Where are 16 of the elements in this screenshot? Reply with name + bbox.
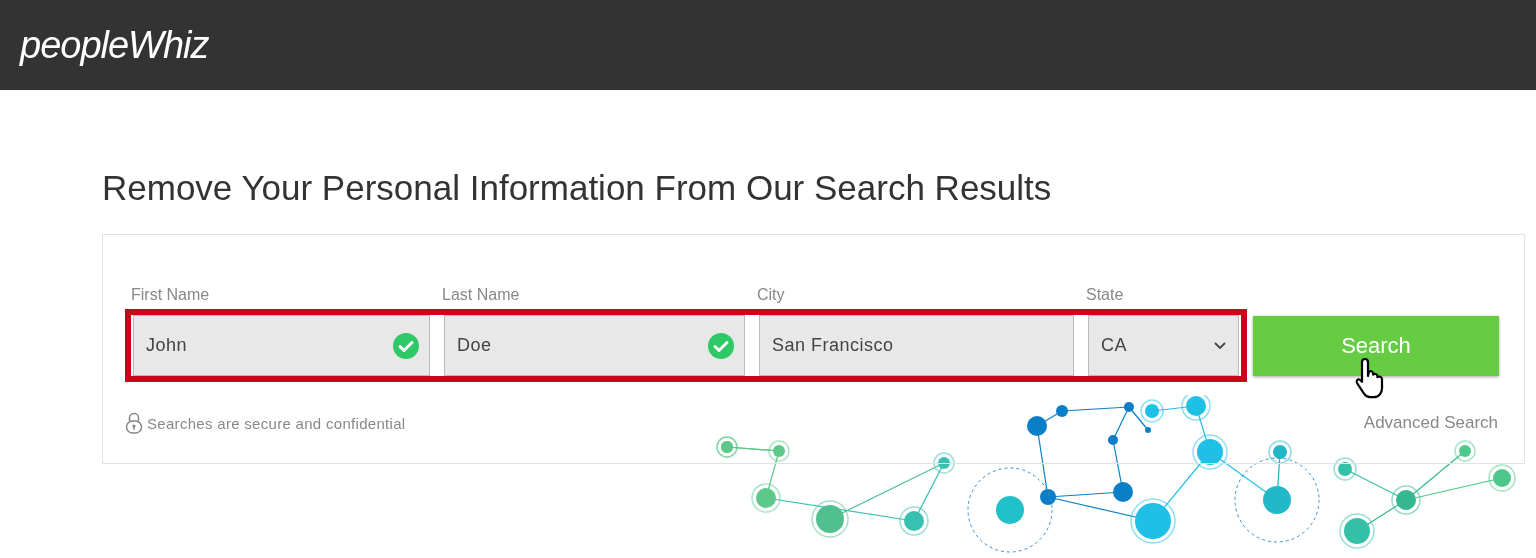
advanced-search-link[interactable]: Advanced Search [1363,413,1498,433]
input-field[interactable]: John [133,315,430,376]
chevron-down-icon [1214,341,1226,350]
page-title: Remove Your Personal Information From Our Search Results [102,168,1053,208]
field-label: State [1086,286,1124,304]
field-label: First Name [131,286,210,304]
check-icon [393,332,419,359]
security-note: Searches are secure and confidential [147,414,406,432]
field-label: City [757,286,785,304]
logo[interactable]: peopleWhiz [20,23,209,67]
lock-icon [125,412,143,434]
input-field[interactable]: Doe [444,315,745,376]
check-icon [708,332,734,359]
input-field[interactable]: San Francisco [759,315,1074,376]
state-dropdown[interactable]: CA [1088,315,1239,376]
field-label: Last Name [442,286,520,304]
